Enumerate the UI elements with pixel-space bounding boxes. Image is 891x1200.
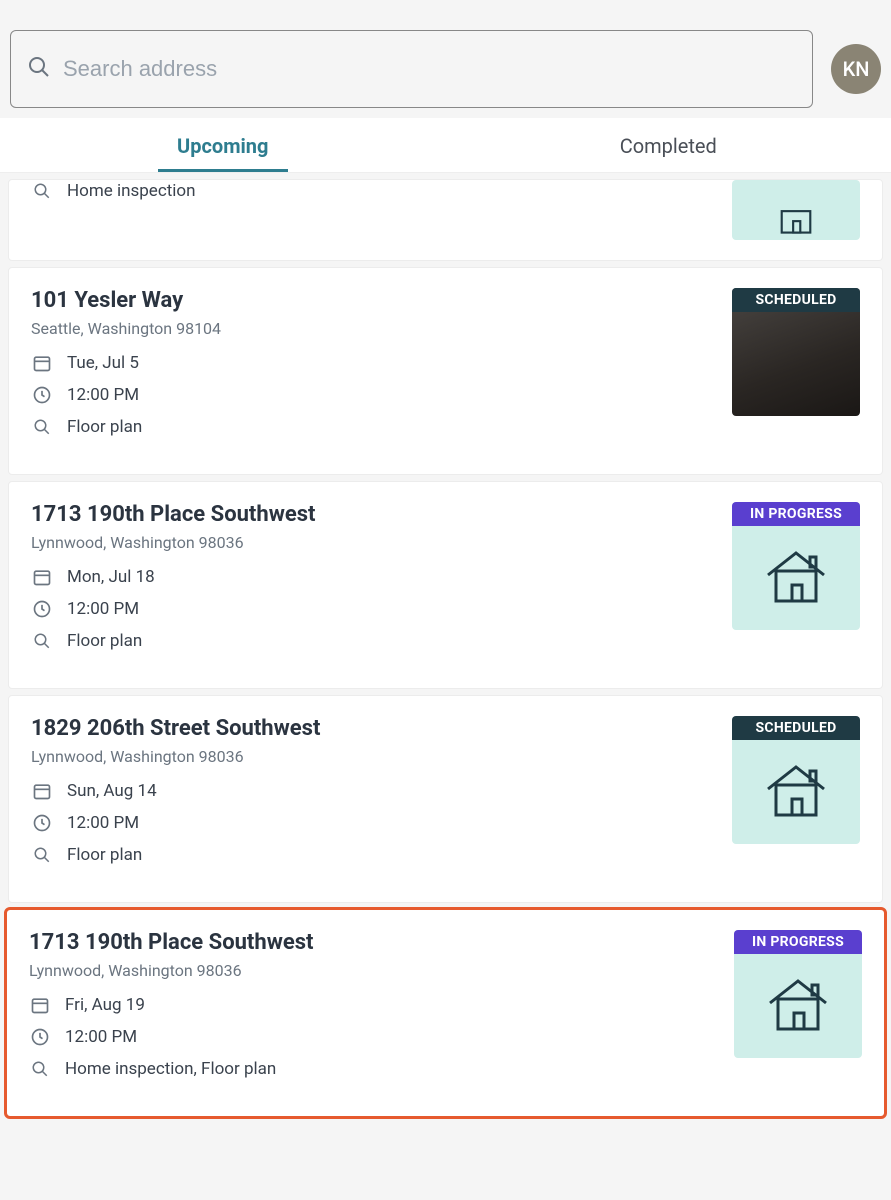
clock-icon (31, 812, 53, 834)
appointment-thumbnail (732, 180, 860, 240)
services-text: Floor plan (67, 845, 142, 865)
search-icon (31, 180, 53, 202)
tab-upcoming[interactable]: Upcoming (0, 118, 446, 172)
search-icon (31, 630, 53, 652)
calendar-icon (31, 780, 53, 802)
house-icon (766, 975, 830, 1031)
appointment-thumbnail: IN PROGRESS (732, 502, 860, 630)
search-icon (31, 416, 53, 438)
search-input[interactable] (63, 56, 796, 82)
status-badge: SCHEDULED (732, 288, 860, 312)
time-text: 12:00 PM (67, 385, 139, 405)
services-text: Floor plan (67, 417, 142, 437)
house-icon (764, 547, 828, 603)
time-text: 12:00 PM (67, 813, 139, 833)
search-icon (27, 55, 51, 83)
services-text: Floor plan (67, 631, 142, 651)
appointment-card[interactable]: 1713 190th Place Southwest Lynnwood, Was… (6, 909, 885, 1117)
address-subtitle: Lynnwood, Washington 98036 (31, 747, 732, 766)
search-field-container[interactable] (10, 30, 813, 108)
address-title: 1713 190th Place Southwest (31, 502, 732, 527)
tab-completed[interactable]: Completed (446, 118, 891, 172)
calendar-icon (31, 566, 53, 588)
calendar-icon (31, 352, 53, 374)
appointment-card[interactable]: Home inspection (8, 179, 883, 261)
address-title: 1829 206th Street Southwest (31, 716, 732, 741)
appointment-thumbnail: SCHEDULED (732, 288, 860, 416)
status-badge: IN PROGRESS (732, 502, 860, 526)
address-subtitle: Seattle, Washington 98104 (31, 319, 732, 338)
address-subtitle: Lynnwood, Washington 98036 (29, 961, 734, 980)
date-text: Mon, Jul 18 (67, 567, 155, 587)
search-icon (31, 844, 53, 866)
address-title: 1713 190th Place Southwest (29, 930, 734, 955)
address-title: 101 Yesler Way (31, 288, 732, 313)
appointment-card[interactable]: 101 Yesler Way Seattle, Washington 98104… (8, 267, 883, 475)
time-text: 12:00 PM (65, 1027, 137, 1047)
services-text: Home inspection (67, 181, 196, 201)
appointment-list: Home inspection 101 Yesler Way Seattle, … (0, 179, 891, 1143)
date-text: Sun, Aug 14 (67, 781, 157, 801)
tabs: Upcoming Completed (0, 118, 891, 173)
house-icon (764, 761, 828, 817)
avatar[interactable]: KN (831, 44, 881, 94)
address-subtitle: Lynnwood, Washington 98036 (31, 533, 732, 552)
appointment-thumbnail: SCHEDULED (732, 716, 860, 844)
clock-icon (29, 1026, 51, 1048)
appointment-card[interactable]: 1829 206th Street Southwest Lynnwood, Wa… (8, 695, 883, 903)
services-text: Home inspection, Floor plan (65, 1059, 276, 1079)
clock-icon (31, 384, 53, 406)
date-text: Fri, Aug 19 (65, 995, 145, 1015)
search-icon (29, 1058, 51, 1080)
status-badge: IN PROGRESS (734, 930, 862, 954)
status-badge: SCHEDULED (732, 716, 860, 740)
top-bar: KN (0, 0, 891, 118)
time-text: 12:00 PM (67, 599, 139, 619)
house-icon (768, 194, 824, 234)
appointment-thumbnail: IN PROGRESS (734, 930, 862, 1058)
appointment-card[interactable]: 1713 190th Place Southwest Lynnwood, Was… (8, 481, 883, 689)
date-text: Tue, Jul 5 (67, 353, 139, 373)
calendar-icon (29, 994, 51, 1016)
clock-icon (31, 598, 53, 620)
